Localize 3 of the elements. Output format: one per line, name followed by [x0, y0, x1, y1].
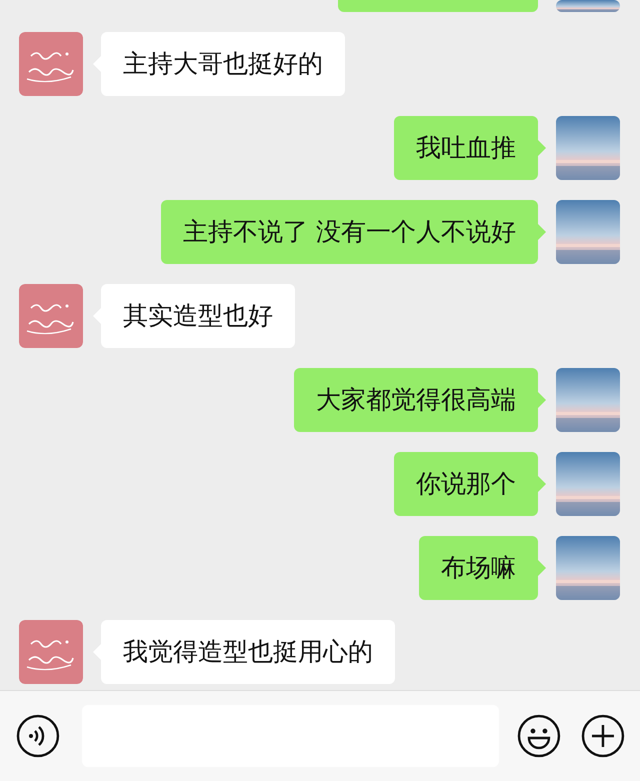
voice-icon[interactable]	[16, 714, 60, 758]
plus-icon[interactable]	[581, 714, 625, 758]
emoji-icon[interactable]	[517, 714, 562, 758]
